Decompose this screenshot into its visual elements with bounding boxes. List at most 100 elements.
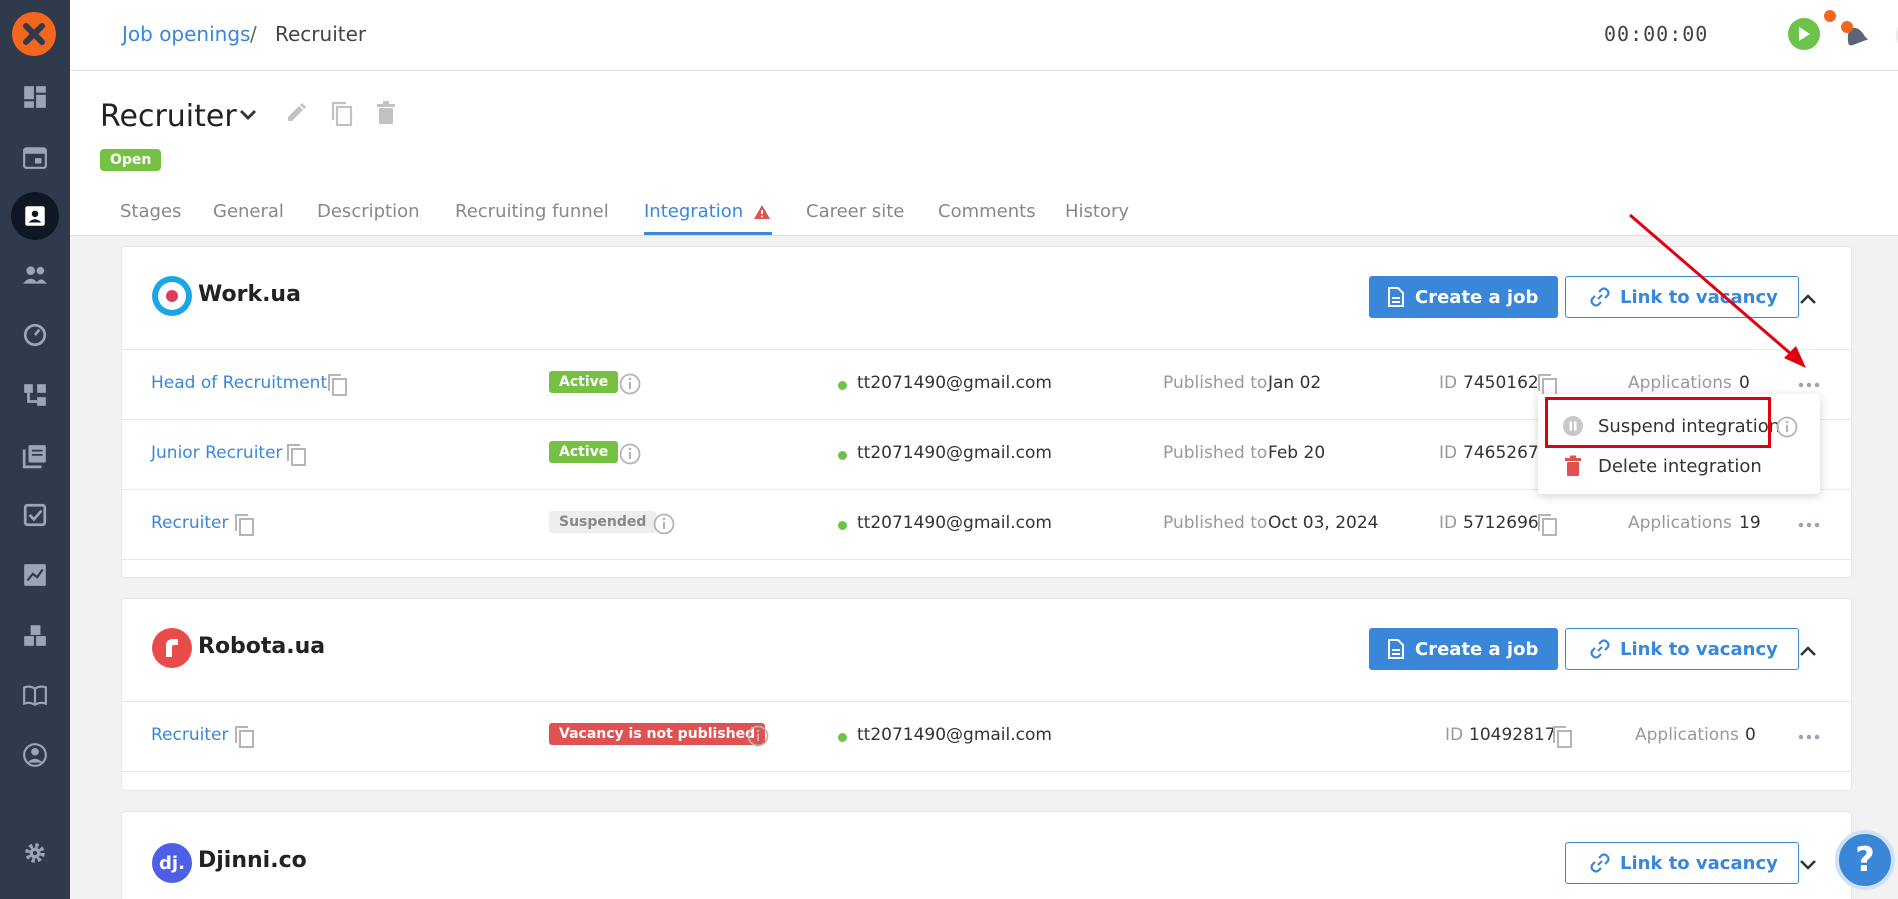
gauge-icon[interactable] <box>20 320 50 350</box>
link-icon <box>1590 639 1610 659</box>
email-status-dot <box>838 733 847 742</box>
link-to-vacancy-button[interactable]: Link to vacancy <box>1565 842 1799 884</box>
edit-pencil-icon[interactable] <box>284 101 308 125</box>
status-badge: Suspended <box>549 511 657 533</box>
document-icon <box>1388 287 1404 307</box>
tab-description[interactable]: Description <box>317 201 420 222</box>
applications-label: Applications <box>1635 725 1739 745</box>
account-email: tt2071490@gmail.com <box>857 725 1052 745</box>
email-status-dot <box>838 521 847 530</box>
tab-stages[interactable]: Stages <box>120 201 181 222</box>
status-badge: Active <box>549 371 619 393</box>
info-icon[interactable] <box>653 513 675 535</box>
warning-triangle-icon <box>754 205 770 219</box>
copy-icon[interactable] <box>234 725 256 749</box>
vacancies-icon[interactable] <box>20 201 50 231</box>
create-job-button[interactable]: Create a job <box>1369 628 1559 670</box>
bell-icon <box>1841 21 1869 46</box>
more-options-icon[interactable] <box>1798 382 1820 388</box>
copy-icon[interactable] <box>286 443 308 467</box>
tasks-icon[interactable] <box>20 500 50 530</box>
top-bar: Job openings / Recruiter 00:00:00 <box>70 0 1898 71</box>
id-label: ID <box>1445 725 1464 745</box>
play-timer-button[interactable] <box>1788 18 1820 50</box>
vacancy-link[interactable]: Junior Recruiter <box>151 443 283 463</box>
published-label: Published to <box>1163 443 1268 463</box>
candidates-icon[interactable] <box>20 260 50 290</box>
more-options-icon[interactable] <box>1798 522 1820 528</box>
trash-icon <box>1565 455 1581 476</box>
link-to-vacancy-label: Link to vacancy <box>1620 852 1778 874</box>
vacancy-link[interactable]: Recruiter <box>151 513 228 533</box>
tab-recruiting-funnel[interactable]: Recruiting funnel <box>455 201 609 222</box>
sidebar <box>0 0 70 899</box>
robotaua-logo-icon <box>152 628 192 668</box>
breadcrumb-separator: / <box>250 22 257 46</box>
create-job-button[interactable]: Create a job <box>1369 276 1559 318</box>
info-icon[interactable] <box>747 725 769 747</box>
page-title: Recruiter <box>100 99 237 134</box>
tab-general[interactable]: General <box>213 201 284 222</box>
account-email: tt2071490@gmail.com <box>857 513 1052 533</box>
library-icon[interactable] <box>20 441 50 471</box>
published-date: Oct 03, 2024 <box>1268 513 1379 533</box>
copy-icon[interactable] <box>1552 725 1574 749</box>
notifications-button[interactable] <box>1838 18 1870 50</box>
title-chevron-down-icon[interactable] <box>236 103 260 127</box>
time-tracker: 00:00:00 <box>1604 22 1709 46</box>
tab-comments[interactable]: Comments <box>938 201 1036 222</box>
create-job-label: Create a job <box>1415 286 1539 308</box>
info-icon[interactable] <box>619 443 641 465</box>
card-header: Robota.ua Create a job Link to vacancy <box>122 599 1851 702</box>
chevron-up-icon[interactable] <box>1796 639 1820 663</box>
copy-icon[interactable] <box>234 513 256 537</box>
link-icon <box>1590 287 1610 307</box>
id-label: ID <box>1439 443 1458 463</box>
external-id: 7450162 <box>1463 373 1539 393</box>
table-row: Recruiter Vacancy is not published tt207… <box>122 702 1851 772</box>
link-icon <box>1590 853 1610 873</box>
dashboard-icon[interactable] <box>20 82 50 112</box>
avatar-status-dot <box>1824 10 1836 22</box>
chevron-down-icon[interactable] <box>1796 852 1820 876</box>
profile-icon[interactable] <box>20 740 50 770</box>
copy-icon[interactable] <box>1537 513 1559 537</box>
applications-count: 19 <box>1739 513 1761 533</box>
create-job-label: Create a job <box>1415 638 1539 660</box>
breadcrumb-job-openings[interactable]: Job openings <box>122 22 250 46</box>
email-status-dot <box>838 381 847 390</box>
knowledge-base-icon[interactable] <box>20 680 50 710</box>
x-logo-icon <box>23 23 45 45</box>
delete-integration-menu-item[interactable]: Delete integration <box>1562 455 1762 477</box>
account-email: tt2071490@gmail.com <box>857 373 1052 393</box>
document-icon <box>1388 639 1404 659</box>
vacancy-link[interactable]: Recruiter <box>151 725 228 745</box>
settings-gear-icon[interactable] <box>20 838 50 868</box>
status-badge: Vacancy is not published <box>549 723 766 745</box>
calendar-icon[interactable] <box>20 142 50 172</box>
vacancy-link[interactable]: Head of Recruitment <box>151 373 327 393</box>
published-label: Published to <box>1163 373 1268 393</box>
link-to-vacancy-button[interactable]: Link to vacancy <box>1565 628 1799 670</box>
integration-card-djinni: dj. Djinni.co Link to vacancy <box>121 811 1852 899</box>
workflow-icon[interactable] <box>20 380 50 410</box>
delete-trash-icon[interactable] <box>375 101 397 125</box>
published-label: Published to <box>1163 513 1268 533</box>
app-logo[interactable] <box>12 12 56 56</box>
applications-count: 0 <box>1745 725 1756 745</box>
reports-icon[interactable] <box>20 560 50 590</box>
integrations-icon[interactable] <box>20 620 50 650</box>
tab-career-site[interactable]: Career site <box>806 201 904 222</box>
copy-icon[interactable] <box>330 101 354 127</box>
info-icon[interactable] <box>1776 416 1798 438</box>
tab-history[interactable]: History <box>1065 201 1129 222</box>
copy-icon[interactable] <box>327 373 349 397</box>
info-icon[interactable] <box>619 373 641 395</box>
id-label: ID <box>1439 373 1458 393</box>
table-row: Recruiter Suspended tt2071490@gmail.com … <box>122 490 1851 560</box>
tab-integration[interactable]: Integration <box>644 201 743 222</box>
integration-name: Robota.ua <box>198 634 326 659</box>
external-id: 5712696 <box>1463 513 1539 533</box>
more-options-icon[interactable] <box>1798 734 1820 740</box>
help-button[interactable]: ? <box>1835 830 1895 890</box>
